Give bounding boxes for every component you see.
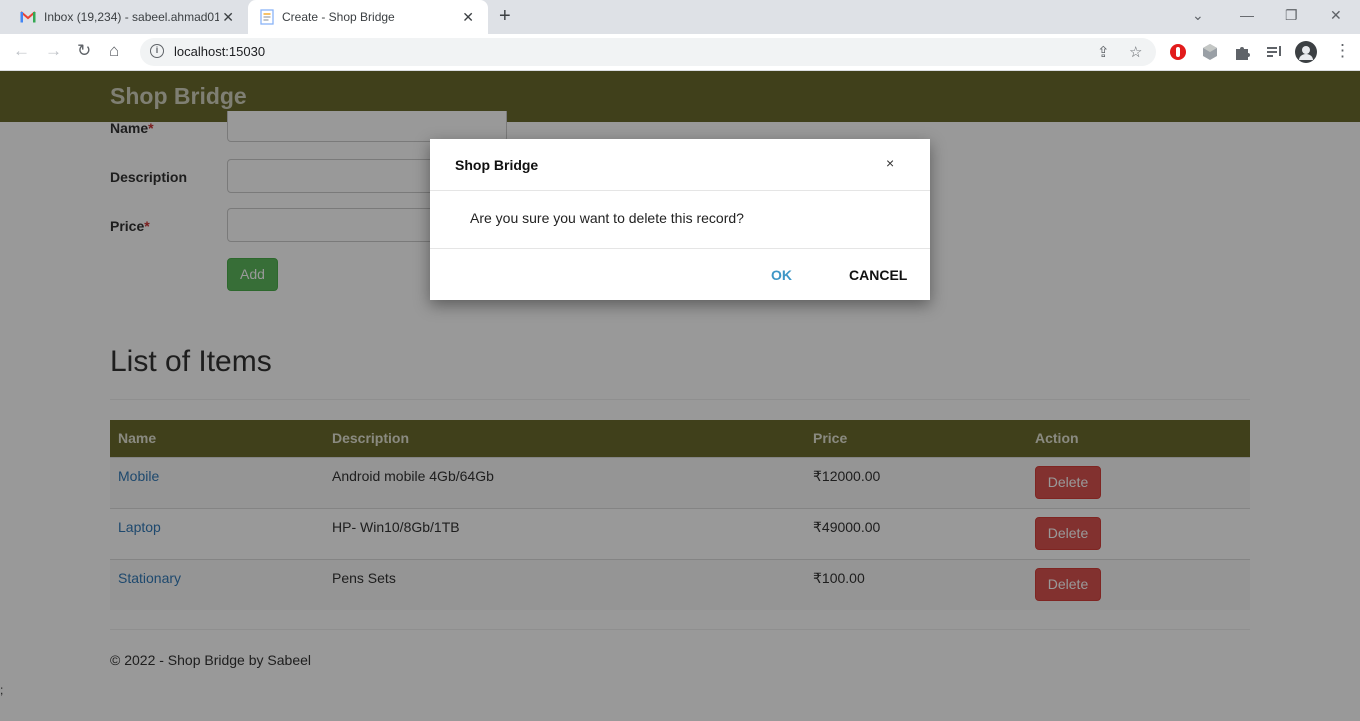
gmail-icon xyxy=(20,11,36,23)
confirm-dialog: Shop Bridge × Are you sure you want to d… xyxy=(430,139,930,300)
new-tab-button[interactable]: + xyxy=(499,5,511,28)
forward-icon[interactable]: → xyxy=(45,41,62,61)
restore-icon[interactable]: ❐ xyxy=(1285,7,1298,24)
share-icon[interactable]: ⇪ xyxy=(1097,43,1110,61)
browser-toolbar: ← → ↻ ⌂ i localhost:15030 ⇪ ☆ ⋮ xyxy=(0,34,1360,71)
extensions-puzzle-icon[interactable] xyxy=(1233,43,1251,61)
ok-button[interactable]: OK xyxy=(771,267,792,283)
media-queue-icon[interactable] xyxy=(1265,43,1283,61)
tab-title: Create - Shop Bridge xyxy=(282,10,395,24)
menu-kebab-icon[interactable]: ⋮ xyxy=(1334,41,1351,61)
info-icon[interactable]: i xyxy=(150,44,164,58)
url-text[interactable]: localhost:15030 xyxy=(174,44,265,59)
reload-icon[interactable]: ↻ xyxy=(77,41,91,61)
cancel-button[interactable]: CANCEL xyxy=(849,267,907,283)
page-icon xyxy=(260,9,274,25)
dialog-message: Are you sure you want to delete this rec… xyxy=(470,210,744,226)
close-window-icon[interactable]: ✕ xyxy=(1330,7,1342,24)
extension-cube-icon[interactable] xyxy=(1201,43,1219,61)
close-tab-icon[interactable]: ✕ xyxy=(462,9,474,26)
tab-title: Inbox (19,234) - sabeel.ahmad01 xyxy=(44,10,219,24)
back-icon[interactable]: ← xyxy=(13,41,30,61)
minimize-icon[interactable]: — xyxy=(1240,7,1254,23)
tab-shop-bridge[interactable]: Create - Shop Bridge ✕ xyxy=(248,0,488,34)
browser-tabstrip: Inbox (19,234) - sabeel.ahmad01 ✕ Create… xyxy=(0,0,1360,34)
close-icon[interactable]: × xyxy=(886,155,894,171)
profile-avatar[interactable] xyxy=(1295,41,1317,63)
bookmark-star-icon[interactable]: ☆ xyxy=(1129,43,1142,61)
close-tab-icon[interactable]: ✕ xyxy=(222,9,234,26)
tab-search-icon[interactable]: ⌄ xyxy=(1192,7,1204,24)
extension-red-icon[interactable] xyxy=(1169,43,1187,61)
tab-gmail[interactable]: Inbox (19,234) - sabeel.ahmad01 ✕ xyxy=(8,0,248,34)
dialog-divider xyxy=(430,248,930,249)
dialog-title: Shop Bridge xyxy=(455,157,539,173)
address-bar[interactable]: i localhost:15030 ⇪ ☆ xyxy=(140,38,1156,66)
dialog-header: Shop Bridge × xyxy=(430,139,930,191)
home-icon[interactable]: ⌂ xyxy=(109,41,119,61)
